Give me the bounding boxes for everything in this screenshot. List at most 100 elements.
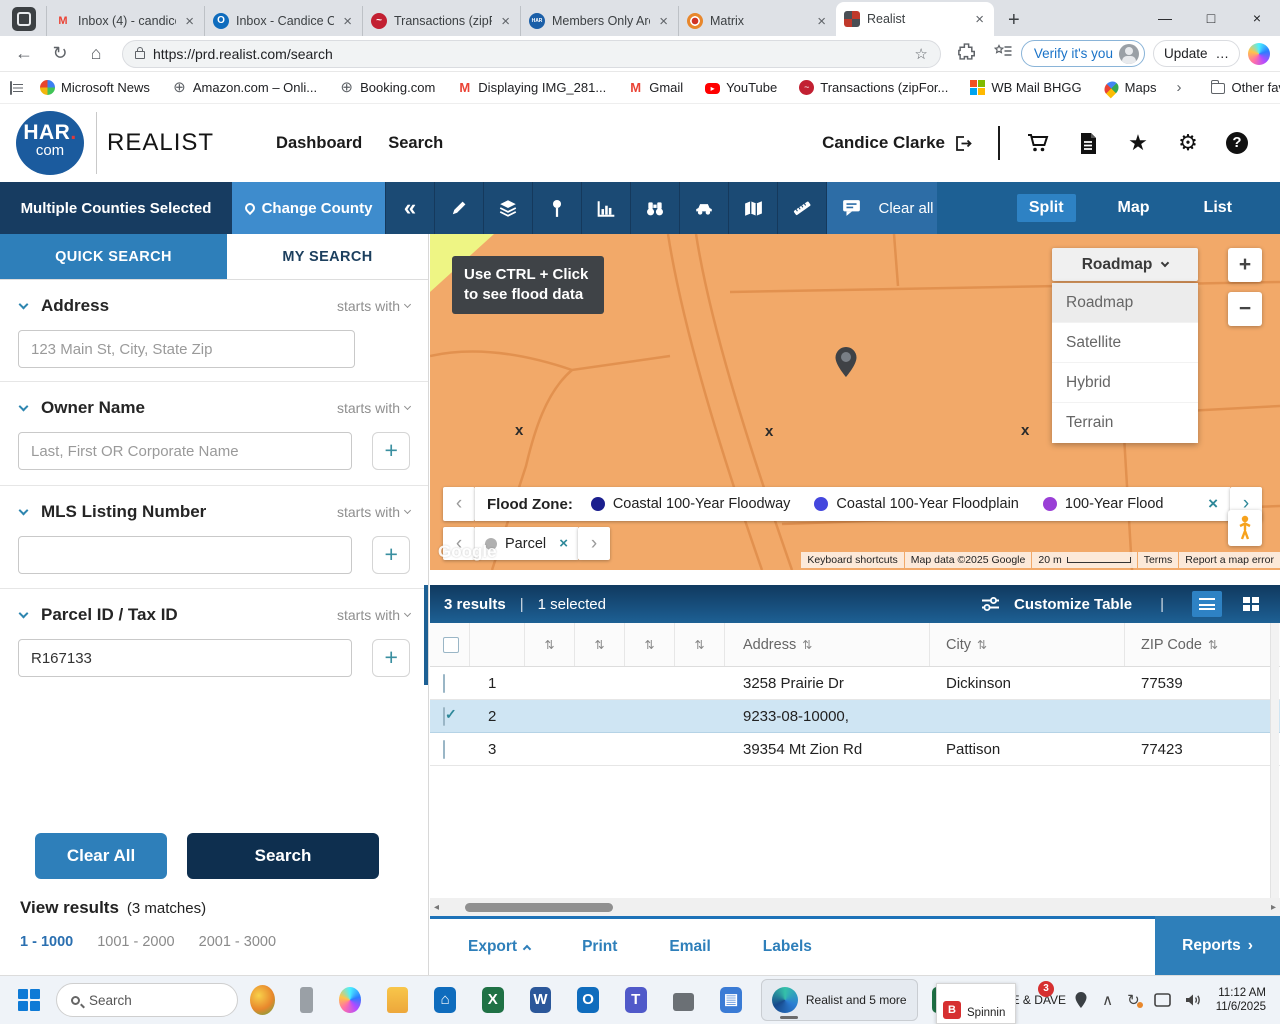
sort-column[interactable]: ⇅ xyxy=(625,623,675,666)
sort-icon[interactable]: ⇅ xyxy=(977,638,987,652)
qualifier-dropdown[interactable]: starts with xyxy=(337,504,410,520)
favorites-list-icon[interactable] xyxy=(985,43,1021,64)
collapse-panel-button[interactable]: « xyxy=(385,182,434,234)
notification-pin-icon[interactable] xyxy=(1074,991,1088,1009)
bookmark-maps[interactable]: Maps xyxy=(1096,80,1165,95)
address-input[interactable] xyxy=(18,330,355,368)
sort-icon[interactable]: ⇅ xyxy=(594,638,604,652)
clear-all-button[interactable]: Clear all xyxy=(875,182,937,234)
sort-icon[interactable]: ⇅ xyxy=(1208,638,1218,652)
speaker-icon[interactable] xyxy=(1185,993,1202,1007)
page-range-3[interactable]: 2001 - 3000 xyxy=(199,934,276,950)
browser-tab-matrix[interactable]: Matrix × xyxy=(678,6,836,36)
row-checkbox[interactable] xyxy=(443,740,445,759)
browser-tab-members[interactable]: HAR Members Only Area × xyxy=(520,6,678,36)
calculator-icon[interactable]: ▤ xyxy=(720,987,742,1013)
teams-icon[interactable]: T xyxy=(625,987,647,1013)
qualifier-dropdown[interactable]: starts with xyxy=(337,298,410,314)
labels-button[interactable]: Labels xyxy=(763,938,812,956)
url-text[interactable]: https://prd.realist.com/search xyxy=(153,46,906,62)
map-type-roadmap[interactable]: Roadmap xyxy=(1052,283,1198,323)
street-view-pegman[interactable] xyxy=(1228,510,1262,546)
new-tab-button[interactable]: + xyxy=(994,9,1034,36)
select-all-checkbox[interactable] xyxy=(443,637,459,653)
terms-link[interactable]: Terms xyxy=(1138,552,1179,568)
ruler-tool-icon[interactable] xyxy=(777,182,826,234)
phone-link-icon[interactable] xyxy=(300,987,313,1013)
legend-scroll-left-icon[interactable]: ‹ xyxy=(443,487,475,521)
close-window-button[interactable]: × xyxy=(1234,10,1280,26)
sync-icon[interactable]: ↻ xyxy=(1127,991,1140,1009)
comment-tool-icon[interactable] xyxy=(826,182,875,234)
view-split[interactable]: Split xyxy=(1017,194,1076,222)
bookmark-youtube[interactable]: ▸YouTube xyxy=(697,80,785,95)
customize-sliders-icon[interactable] xyxy=(981,596,1000,612)
view-map[interactable]: Map xyxy=(1106,194,1162,222)
page-range-1[interactable]: 1 - 1000 xyxy=(20,934,73,950)
scrollbar-thumb[interactable] xyxy=(465,903,613,912)
table-row[interactable]: 1 3258 Prairie Dr Dickinson 77539 xyxy=(430,667,1280,700)
bookmarks-overflow-icon[interactable]: › xyxy=(1170,79,1187,96)
sort-column[interactable]: ⇅ xyxy=(525,623,575,666)
tab-close-icon[interactable]: × xyxy=(341,13,354,30)
grid-view-icon[interactable] xyxy=(1236,591,1266,617)
zoom-in-button[interactable]: + xyxy=(1228,248,1262,282)
add-owner-button[interactable]: + xyxy=(372,432,410,470)
qualifier-dropdown[interactable]: starts with xyxy=(337,607,410,623)
bookmark-displaying-img[interactable]: MDisplaying IMG_281... xyxy=(449,80,614,95)
browser-tab-inbox-outlook[interactable]: O Inbox - Candice Clar × xyxy=(204,6,362,36)
user-menu[interactable]: Candice Clarke xyxy=(822,133,972,153)
zip-column-header[interactable]: ZIP Code⇅ xyxy=(1125,623,1280,666)
microsoft-store-icon[interactable]: ⌂ xyxy=(434,987,456,1013)
notification-toast[interactable]: B Spinnin xyxy=(936,983,1016,1024)
reports-button[interactable]: Reports› xyxy=(1155,916,1280,975)
add-mls-button[interactable]: + xyxy=(372,536,410,574)
copilot-taskbar-icon[interactable] xyxy=(339,987,361,1013)
scroll-left-arrow[interactable]: ◂ xyxy=(430,902,443,913)
collapse-section-icon[interactable] xyxy=(19,402,29,412)
bookmark-amazon[interactable]: ⊕Amazon.com – Onli... xyxy=(164,80,325,95)
sort-icon[interactable]: ⇅ xyxy=(544,638,554,652)
browser-tab-inbox-gmail[interactable]: M Inbox (4) - candicew × xyxy=(46,6,204,36)
table-horizontal-scrollbar[interactable]: ◂ ▸ xyxy=(430,898,1280,916)
favorite-star-icon[interactable]: ☆ xyxy=(914,45,927,63)
row-checkbox[interactable] xyxy=(443,674,445,693)
collapse-section-icon[interactable] xyxy=(19,506,29,516)
file-explorer-icon[interactable] xyxy=(387,987,409,1013)
list-view-icon[interactable] xyxy=(1192,591,1222,617)
word-icon[interactable]: W xyxy=(530,987,552,1013)
cart-icon[interactable] xyxy=(1026,131,1050,155)
back-button[interactable]: ← xyxy=(6,43,42,64)
tab-close-icon[interactable]: × xyxy=(499,13,512,30)
tablet-icon[interactable] xyxy=(1154,993,1171,1007)
customize-table-button[interactable]: Customize Table xyxy=(1014,596,1132,613)
zoom-out-button[interactable]: − xyxy=(1228,292,1262,326)
row-checkbox-checked[interactable] xyxy=(443,707,445,726)
tab-my-search[interactable]: MY SEARCH xyxy=(227,234,428,279)
chart-tool-icon[interactable] xyxy=(581,182,630,234)
owner-name-input[interactable] xyxy=(18,432,352,470)
tab-close-icon[interactable]: × xyxy=(657,13,670,30)
taskbar-clock[interactable]: 11:12 AM 11/6/2025 xyxy=(1216,986,1266,1014)
sidebar-scrollbar[interactable] xyxy=(424,585,428,685)
tab-quick-search[interactable]: QUICK SEARCH xyxy=(0,234,227,279)
logout-icon[interactable] xyxy=(953,135,972,152)
collapse-section-icon[interactable] xyxy=(19,300,29,310)
outlook-icon[interactable]: O xyxy=(577,987,599,1013)
address-bar[interactable]: https://prd.realist.com/search ☆ xyxy=(122,40,941,68)
maximize-button[interactable]: □ xyxy=(1188,10,1234,26)
refresh-button[interactable]: ↻ xyxy=(42,43,78,64)
draw-tool-icon[interactable] xyxy=(434,182,483,234)
address-column-header[interactable]: Address⇅ xyxy=(725,623,930,666)
sort-column[interactable]: ⇅ xyxy=(575,623,625,666)
search-button[interactable]: Search xyxy=(187,833,379,879)
reading-list-icon[interactable] xyxy=(10,81,12,95)
bookmark-wb-mail[interactable]: WB Mail BHGG xyxy=(962,80,1089,95)
binoculars-tool-icon[interactable] xyxy=(630,182,679,234)
city-column-header[interactable]: City⇅ xyxy=(930,623,1125,666)
verify-profile-button[interactable]: Verify it's you xyxy=(1021,40,1145,67)
widgets-weather-icon[interactable] xyxy=(250,985,275,1015)
change-county-button[interactable]: Change County xyxy=(232,182,385,234)
scroll-right-arrow[interactable]: ▸ xyxy=(1267,902,1280,913)
page-range-2[interactable]: 1001 - 2000 xyxy=(97,934,174,950)
